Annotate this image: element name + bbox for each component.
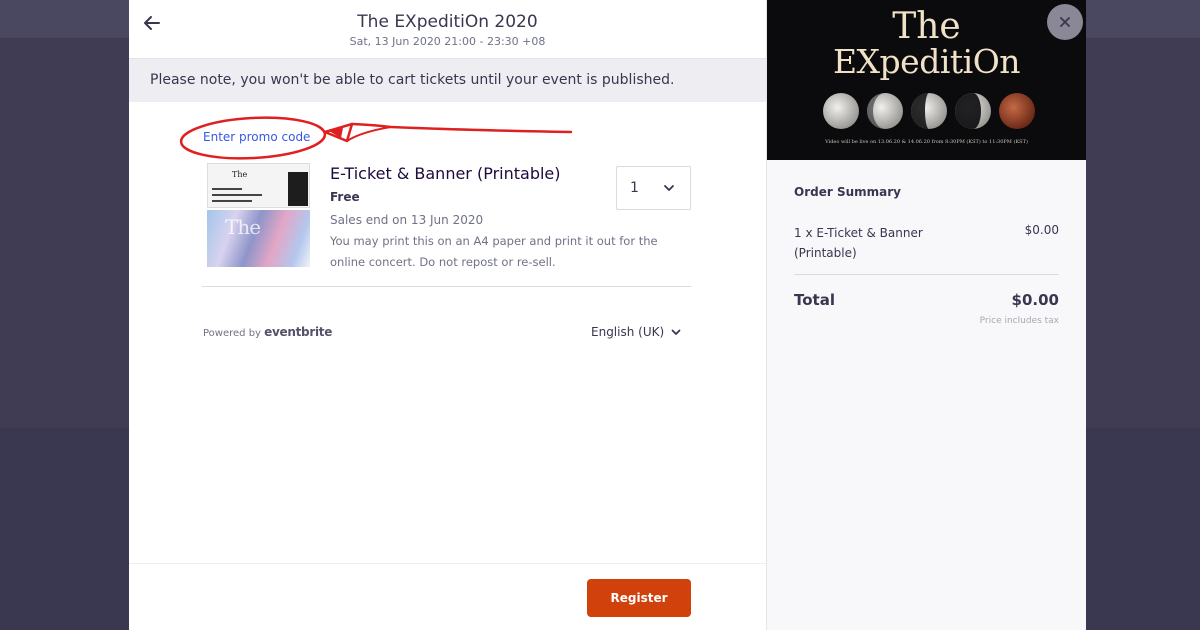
powered-by: Powered by eventbrite: [203, 325, 332, 339]
order-summary-panel: The EXpeditiOn Video will be live on 13.…: [766, 0, 1086, 630]
banner-title-line-1: The: [892, 6, 961, 47]
event-title: The EXpeditiOn 2020: [357, 12, 538, 32]
banner-caption: Video will be live on 13.06.20 & 14.06.2…: [825, 139, 1028, 145]
quantity-select[interactable]: 1: [616, 166, 691, 210]
close-icon: [1060, 17, 1070, 27]
moon-phases-graphic: [823, 93, 1035, 129]
checkout-footer: Register: [129, 563, 766, 630]
language-label: English (UK): [591, 325, 665, 339]
ticket-sample-title: The: [232, 170, 248, 179]
event-banner: The EXpeditiOn Video will be live on 13.…: [767, 0, 1086, 160]
quantity-value: 1: [630, 180, 639, 196]
summary-line-item: 1 x E-Ticket & Banner (Printable): [794, 226, 923, 260]
register-button[interactable]: Register: [587, 579, 691, 617]
ticket-sample-image: The: [207, 163, 310, 208]
ticket-name: E-Ticket & Banner (Printable): [330, 164, 561, 183]
banner-sample-image: The: [207, 210, 310, 267]
eventbrite-logo: eventbrite: [264, 325, 333, 339]
summary-line-price: $0.00: [1024, 223, 1059, 237]
checkout-modal: The EXpeditiOn 2020 Sat, 13 Jun 2020 21:…: [129, 0, 766, 630]
tax-note: Price includes tax: [979, 316, 1059, 326]
ticket-description: You may print this on an A4 paper and pr…: [330, 234, 658, 269]
ticket-thumbnail: The The: [207, 163, 310, 267]
ticket-divider: [202, 286, 691, 287]
ticket-sales-end: Sales end on 13 Jun 2020: [330, 213, 484, 227]
language-select[interactable]: English (UK): [591, 324, 682, 340]
unpublished-notice: Please note, you won't be able to cart t…: [129, 58, 766, 102]
event-date: Sat, 13 Jun 2020 21:00 - 23:30 +08: [349, 35, 546, 48]
banner-title-line-2: EXpeditiOn: [832, 42, 1021, 81]
summary-divider: [794, 274, 1059, 275]
ticket-price: Free: [330, 190, 360, 204]
powered-by-prefix: Powered by: [203, 328, 261, 339]
close-button[interactable]: [1047, 4, 1083, 40]
total-label: Total: [794, 291, 835, 309]
order-summary-heading: Order Summary: [794, 185, 901, 199]
notice-text: Please note, you won't be able to cart t…: [150, 72, 675, 88]
promo-code-link[interactable]: Enter promo code: [203, 130, 310, 144]
total-value: $0.00: [1011, 291, 1059, 309]
chevron-down-icon: [664, 185, 674, 191]
chevron-down-icon: [671, 329, 681, 335]
